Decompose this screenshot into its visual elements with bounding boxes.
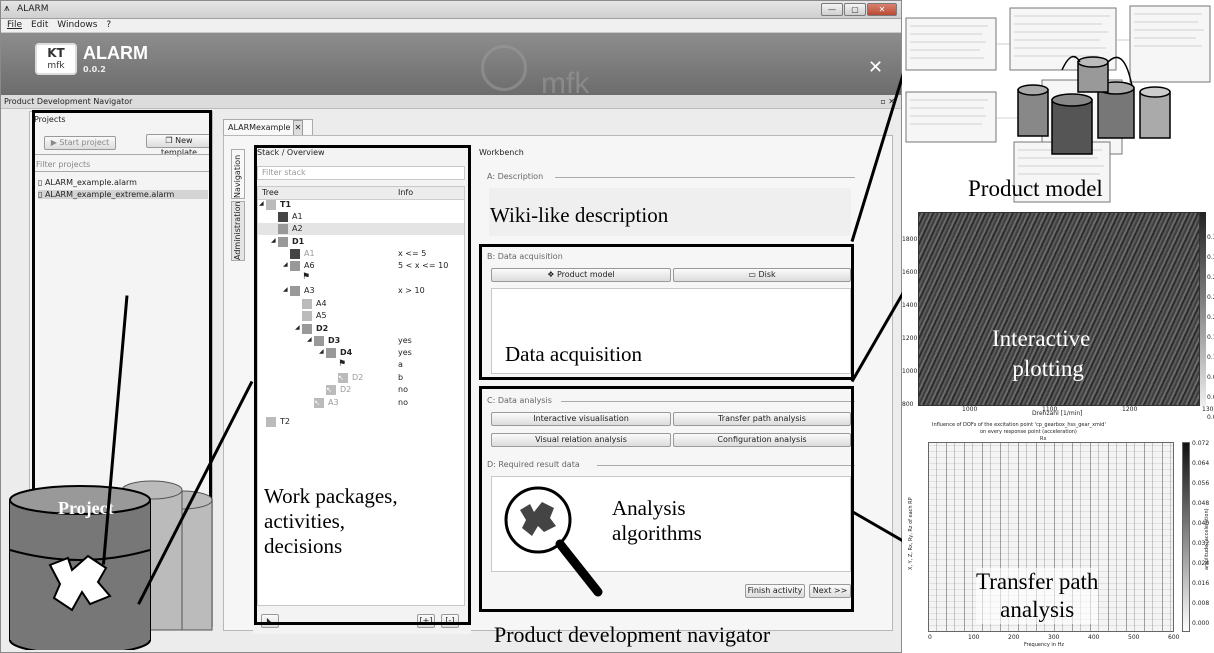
- heatmap-xtick: 1000: [962, 406, 978, 413]
- product-model-annotation: Product model: [968, 176, 1103, 201]
- heatmap-ytick: 1800: [902, 236, 918, 243]
- divider: [555, 177, 855, 178]
- tab-close-icon[interactable]: ✕: [293, 120, 304, 136]
- data-acquisition-annotation: Data acquisition: [505, 342, 643, 366]
- wiki-annotation: Wiki-like description: [490, 203, 669, 227]
- banner-close-icon[interactable]: ✕: [868, 57, 883, 78]
- tpa-colorbar-tick: 0.000: [1192, 620, 1210, 627]
- navigator-annotation: Product development navigator: [494, 622, 771, 647]
- tpa-xtick: 600: [1168, 634, 1180, 641]
- tpa-colorbar-tick: 0.056: [1192, 480, 1210, 487]
- tpa-title-1: Influence of DOFs of the excitation poin…: [932, 422, 1106, 428]
- tpa-colorbar-tick: 0.016: [1192, 580, 1210, 587]
- tpa-colorbar: [1182, 442, 1190, 632]
- heatmap-colorbar: [1200, 212, 1206, 406]
- heatmap-ytick: 1000: [902, 368, 918, 375]
- project-database-icon: Project: [2, 470, 222, 653]
- product-model-diagram: Product model: [902, 0, 1214, 206]
- heatmap-ytick: 1200: [902, 335, 918, 342]
- window-title: ALARM: [17, 4, 49, 14]
- tab-navigation[interactable]: Navigation: [231, 149, 245, 199]
- work-packages-annotation: Work packages, activities, decisions: [264, 484, 398, 558]
- tpa-title-2: on every response point (acceleration): [980, 429, 1077, 435]
- tpa-xtick: 100: [968, 634, 980, 641]
- magnifier-icon: [498, 480, 614, 604]
- tpa-colorbar-tick: 0.064: [1192, 460, 1210, 467]
- heatmap-colorbar-tick: 0.12: [1207, 354, 1214, 361]
- transfer-path-annotation: Transfer path analysis: [976, 568, 1099, 624]
- heatmap-ytick: 800: [902, 401, 914, 408]
- menu-edit[interactable]: Edit: [31, 20, 48, 30]
- heatmap-colorbar-tick: 0.20: [1207, 314, 1214, 321]
- heatmap-xtick: 1300: [1202, 406, 1214, 413]
- heatmap-xlabel: Drehzahl [1/min]: [1032, 410, 1083, 417]
- navigator-header: Product Development Navigator ▫ ✕: [1, 95, 901, 109]
- tpa-clabel: amplitude (acceleration): [1204, 508, 1210, 570]
- projects-highlight-box: [32, 110, 212, 510]
- heatmap-colorbar-tick: 0.24: [1207, 294, 1214, 301]
- heatmap-colorbar-tick: 0.16: [1207, 334, 1214, 341]
- kt-mfk-logo: KT mfk: [35, 43, 77, 75]
- tpa-colorbar-tick: 0.072: [1192, 440, 1210, 447]
- heatmap-colorbar-tick: 0.32: [1207, 254, 1214, 261]
- tab-alarmexample[interactable]: ALARMexample ✕: [223, 119, 313, 136]
- analysis-annotation: Analysis algorithms: [612, 496, 702, 545]
- heatmap-xtick: 1200: [1122, 406, 1138, 413]
- app-icon: ⩚: [4, 3, 10, 14]
- heatmap-colorbar-tick: 0.28: [1207, 274, 1214, 281]
- tpa-xtick: 300: [1048, 634, 1060, 641]
- app-banner: KT mfk ALARM 0.0.2 mfk ✕: [1, 33, 901, 100]
- tpa-xtick: 0: [928, 634, 932, 641]
- close-window-button[interactable]: ✕: [867, 3, 897, 16]
- heatmap-colorbar-tick: 0.08: [1207, 374, 1214, 381]
- tpa-xlabel: Frequency in Hz: [1024, 642, 1064, 648]
- heatmap-colorbar-tick: 0.36: [1207, 234, 1214, 241]
- menu-file[interactable]: File: [7, 20, 22, 30]
- menu-bar: File Edit Windows ?: [1, 19, 901, 33]
- minimize-button[interactable]: —: [821, 3, 843, 16]
- menu-help[interactable]: ?: [106, 20, 111, 30]
- transfer-path-plot-panel: Influence of DOFs of the excitation poin…: [902, 420, 1214, 653]
- tpa-colorbar-tick: 0.048: [1192, 500, 1210, 507]
- section-a-label: A: Description: [487, 172, 544, 181]
- interactive-plotting-annotation: Interactive plotting: [992, 326, 1091, 381]
- heatmap-colorbar-tick: 0.04: [1207, 394, 1214, 401]
- tab-administration[interactable]: Administration: [231, 201, 245, 261]
- menu-windows[interactable]: Windows: [57, 20, 97, 30]
- tpa-xtick: 400: [1088, 634, 1100, 641]
- title-bar: ⩚ ALARM — ▢ ✕: [1, 1, 901, 19]
- interactive-plot-panel: 1800 1600 1400 1200 1000 800 1000 1100 1200 130 0…: [902, 206, 1214, 420]
- heatmap-ytick: 1600: [902, 269, 918, 276]
- app-version: 0.0.2: [83, 65, 106, 74]
- tpa-xtick: 500: [1128, 634, 1140, 641]
- workbench-header: Workbench: [479, 148, 524, 157]
- heatmap-ytick: 1400: [902, 302, 918, 309]
- app-name: ALARM: [83, 43, 148, 63]
- watermark-logo-icon: [481, 45, 527, 91]
- navigator-title: Product Development Navigator: [4, 97, 133, 106]
- tpa-xtick: 200: [1008, 634, 1020, 641]
- tpa-ylabel: X, Y, Z, Rx, Ry, Rz of each RP: [908, 497, 914, 570]
- maximize-button[interactable]: ▢: [844, 3, 866, 16]
- tpa-colorbar-tick: 0.008: [1192, 600, 1210, 607]
